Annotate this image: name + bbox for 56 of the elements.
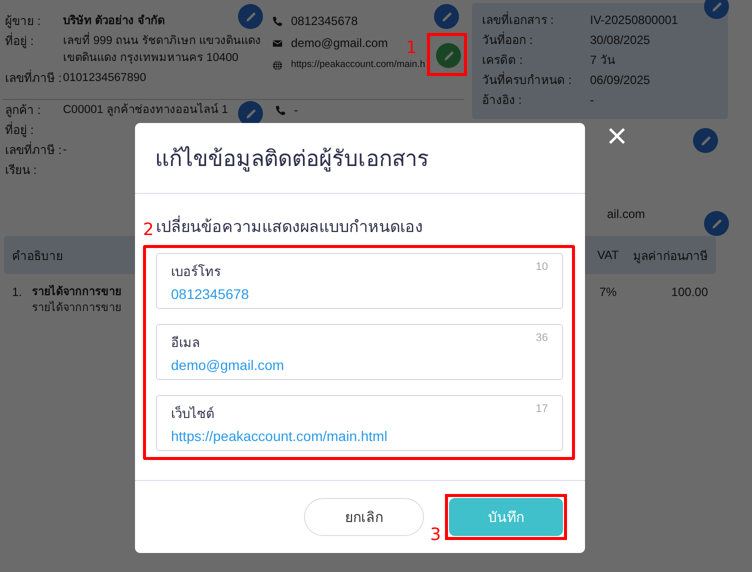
field-value: 30/08/2025: [590, 32, 650, 49]
contact-text: https://peakaccount.com/main.h: [291, 58, 426, 72]
field-label: ผู้ขาย :: [5, 13, 42, 30]
field-value: 7 วัน: [590, 52, 616, 69]
char-count: 36: [536, 332, 548, 346]
char-count: 17: [536, 403, 548, 417]
field-label: อ้างอิง :: [482, 92, 523, 109]
char-count: 10: [536, 261, 548, 275]
item-title: รายได้จากการขาย: [32, 284, 121, 300]
step-number: 3: [430, 525, 441, 545]
field-label: วันที่ครบกำหนด :: [482, 71, 573, 89]
field-label: เลขที่ภาษี :: [5, 70, 63, 87]
field-label: เบอร์โทร: [171, 263, 221, 281]
field-value: บริษัท ตัวอย่าง จำกัด: [63, 14, 164, 29]
field-value: IV-20250800001: [590, 12, 678, 29]
contact-text: demo@gmail.com: [291, 35, 388, 51]
field-label: ที่อยู่ :: [5, 33, 35, 50]
item-description: รายได้จากการขาย: [32, 300, 121, 316]
envelope-icon: [272, 38, 283, 48]
field-value: 06/09/2025: [590, 72, 650, 89]
column-header: คำอธิบาย: [12, 248, 64, 264]
field-label: ลูกค้า :: [5, 102, 42, 119]
section-title: เปลี่ยนข้อความแสดงผลแบบกำหนดเอง: [156, 214, 423, 239]
text-field[interactable]: เบอร์โทร 10 0812345678: [156, 253, 563, 309]
contact-text: 0812345678: [291, 13, 358, 29]
field-value: -: [63, 143, 67, 158]
step-number: 1: [406, 38, 417, 58]
highlight-frame: [427, 33, 467, 76]
field-value: -: [590, 92, 594, 109]
text-field[interactable]: อีเมล 36 demo@gmail.com: [156, 324, 563, 380]
field-label: ที่อยู่ :: [5, 122, 35, 139]
field-value: C00001 ลูกค้าช่องทางออนไลน์ 1: [63, 102, 228, 118]
phone-icon: [272, 16, 283, 26]
field-label: เครดิต :: [482, 52, 524, 69]
column-header: VAT: [596, 248, 620, 262]
field-value: 0101234567890: [63, 71, 146, 86]
field-value: เลขที่ 999 ถนน รัชดาภิเษก แขวงดินแดง เขตดินแดง กรุงเทพมหานคร 10400: [63, 33, 261, 67]
close-icon[interactable]: [607, 126, 627, 146]
contact-text: -: [294, 102, 298, 118]
column-header: มูลค่าก่อนภาษี: [632, 248, 708, 264]
field-label: อีเมล: [171, 334, 200, 352]
globe-icon: [272, 60, 283, 70]
field-label: เลขที่เอกสาร :: [482, 11, 555, 29]
dialog-title: แก้ไขข้อมูลติดต่อผู้รับเอกสาร: [155, 144, 429, 174]
step-number: 2: [143, 221, 154, 239]
field-label: เรียน :: [5, 162, 38, 179]
field-label: เลขที่ภาษี :: [5, 142, 63, 159]
field-label: วันที่ออก :: [482, 31, 534, 49]
table-cell-text: 7%: [598, 284, 618, 301]
contact-text: ail.com: [606, 206, 645, 222]
table-cell-text: 100.00: [670, 284, 708, 301]
row-number: 1.: [12, 284, 24, 301]
text-field[interactable]: เว็บไซต์ 17 https://peakaccount.com/main.html: [156, 395, 563, 451]
phone-icon: [275, 104, 286, 116]
cancel-button[interactable]: ยกเลิก: [304, 498, 424, 536]
field-label: เว็บไซต์: [171, 404, 214, 423]
